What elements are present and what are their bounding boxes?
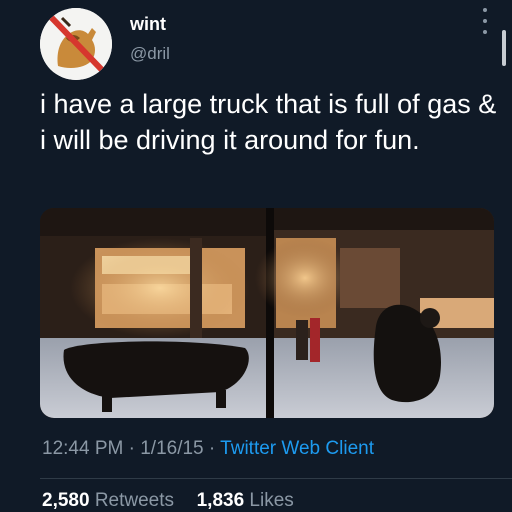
tweet: wint @dril i have a large truck that is … bbox=[0, 0, 512, 512]
divider bbox=[40, 478, 512, 479]
tweet-date[interactable]: 1/16/15 bbox=[140, 438, 203, 459]
separator-dot: · bbox=[208, 438, 216, 459]
handle[interactable]: @dril bbox=[130, 44, 170, 64]
tweet-text: i have a large truck that is full of gas… bbox=[40, 89, 497, 155]
photo-icon bbox=[40, 208, 494, 418]
engagement-stats: 2,580 Retweets 1,836 Likes bbox=[42, 490, 294, 512]
tweet-media[interactable] bbox=[40, 208, 494, 418]
avatar-icon bbox=[40, 8, 112, 80]
likes-count: 1,836 bbox=[196, 490, 245, 511]
retweets-count: 2,580 bbox=[42, 490, 90, 511]
separator-dot: · bbox=[128, 438, 135, 459]
likes-label: Likes bbox=[249, 490, 294, 511]
avatar[interactable] bbox=[40, 8, 112, 80]
timestamp-line: 12:44 PM · 1/16/15 · Twitter Web Client bbox=[42, 438, 374, 460]
retweets-label: Retweets bbox=[94, 490, 175, 511]
more-options-icon[interactable] bbox=[478, 8, 492, 34]
tweet-time[interactable]: 12:44 PM bbox=[42, 438, 123, 459]
client-link[interactable]: Twitter Web Client bbox=[220, 438, 374, 459]
scrollbar[interactable] bbox=[502, 30, 506, 66]
likes-stat[interactable]: 1,836 Likes bbox=[197, 490, 294, 511]
retweets-stat[interactable]: 2,580 Retweets bbox=[42, 490, 179, 511]
display-name[interactable]: wint bbox=[130, 14, 166, 35]
